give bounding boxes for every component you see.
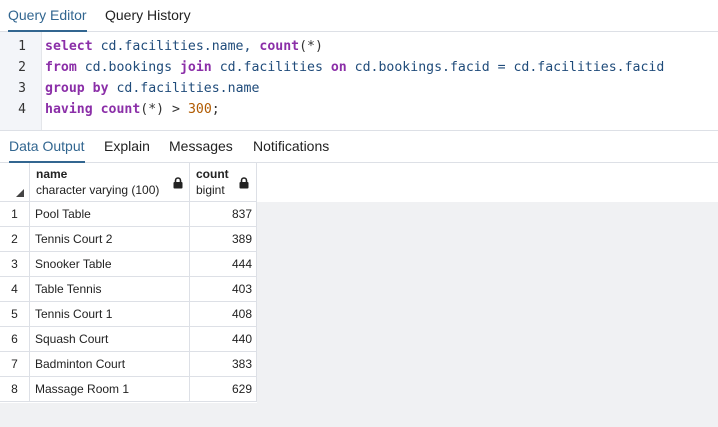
table-row[interactable]: 3 Snooker Table 444: [0, 252, 257, 277]
sql-token: (*) >: [140, 102, 188, 117]
cell-count[interactable]: 837: [190, 202, 257, 227]
tab-data-output[interactable]: Data Output: [9, 131, 85, 163]
cell-count[interactable]: 408: [190, 302, 257, 327]
sql-token: cd.bookings: [76, 60, 180, 75]
sql-token: having: [45, 102, 93, 117]
row-number[interactable]: 3: [0, 252, 30, 277]
table-row[interactable]: 7 Badminton Court 383: [0, 352, 257, 377]
tab-messages[interactable]: Messages: [169, 131, 233, 162]
cell-count[interactable]: 629: [190, 377, 257, 402]
row-number[interactable]: 4: [0, 277, 30, 302]
column-type: bigint: [196, 183, 225, 197]
column-name: count: [196, 167, 229, 181]
sql-token: cd.facilities.name: [108, 81, 260, 96]
cell-count[interactable]: 440: [190, 327, 257, 352]
line-number: 3: [18, 81, 26, 96]
cell-name[interactable]: Pool Table: [30, 202, 190, 227]
table-row[interactable]: 1 Pool Table 837: [0, 202, 257, 227]
line-number: 4: [18, 102, 26, 117]
sql-token: count: [259, 39, 300, 54]
column-header-count[interactable]: count bigint: [190, 163, 257, 202]
row-number[interactable]: 7: [0, 352, 30, 377]
lock-icon: [239, 177, 249, 189]
cell-name[interactable]: Massage Room 1: [30, 377, 190, 402]
table-row[interactable]: 4 Table Tennis 403: [0, 277, 257, 302]
tab-query-editor[interactable]: Query Editor: [8, 0, 87, 32]
select-all-corner[interactable]: [0, 163, 30, 202]
sql-editor[interactable]: 1 select cd.facilities.name, count(*) 2 …: [0, 32, 718, 131]
sql-token: cd.facilities.name,: [92, 39, 260, 54]
sql-token: join: [179, 60, 212, 75]
tab-query-history[interactable]: Query History: [105, 0, 191, 31]
sql-token: 300: [187, 102, 212, 117]
code-line: 3 group by cd.facilities.name: [0, 78, 718, 99]
cell-count[interactable]: 383: [190, 352, 257, 377]
row-number[interactable]: 5: [0, 302, 30, 327]
sql-token: cd.facilities: [211, 60, 331, 75]
code-text[interactable]: group by cd.facilities.name: [45, 78, 259, 99]
cell-name[interactable]: Squash Court: [30, 327, 190, 352]
cell-count[interactable]: 444: [190, 252, 257, 277]
grid-empty-area: [257, 202, 718, 427]
grid-empty-area: [0, 403, 257, 427]
table-row[interactable]: 2 Tennis Court 2 389: [0, 227, 257, 252]
sql-token: count: [100, 102, 141, 117]
line-number: 2: [18, 60, 26, 75]
cell-count[interactable]: 389: [190, 227, 257, 252]
lock-icon: [173, 177, 183, 189]
cell-name[interactable]: Table Tennis: [30, 277, 190, 302]
tab-notifications[interactable]: Notifications: [253, 131, 329, 162]
code-text[interactable]: having count(*) > 300;: [45, 99, 220, 120]
code-line: 4 having count(*) > 300;: [0, 99, 718, 120]
cell-name[interactable]: Badminton Court: [30, 352, 190, 377]
code-line: 2 from cd.bookings join cd.facilities on…: [0, 57, 718, 78]
row-number[interactable]: 6: [0, 327, 30, 352]
sql-token: on: [330, 60, 347, 75]
sql-token: (*): [299, 39, 323, 54]
tab-explain[interactable]: Explain: [104, 131, 150, 162]
sql-token: cd.bookings.facid = cd.facilities.facid: [346, 60, 665, 75]
code-text[interactable]: select cd.facilities.name, count(*): [45, 36, 323, 57]
sql-token: select: [45, 39, 93, 54]
sql-token: ;: [211, 102, 220, 117]
cell-name[interactable]: Tennis Court 1: [30, 302, 190, 327]
row-number[interactable]: 8: [0, 377, 30, 402]
data-grid: name character varying (100) count bigin…: [0, 163, 718, 427]
column-name: name: [36, 167, 68, 181]
cell-name[interactable]: Tennis Court 2: [30, 227, 190, 252]
cell-count[interactable]: 403: [190, 277, 257, 302]
line-number: 1: [18, 39, 26, 54]
sql-token: group by: [45, 81, 109, 96]
row-number[interactable]: 1: [0, 202, 30, 227]
table-row[interactable]: 8 Massage Room 1 629: [0, 377, 257, 402]
select-all-icon: [16, 189, 24, 197]
editor-tabs: Query Editor Query History: [0, 0, 718, 32]
cell-name[interactable]: Snooker Table: [30, 252, 190, 277]
table-row[interactable]: 5 Tennis Court 1 408: [0, 302, 257, 327]
code-line: 1 select cd.facilities.name, count(*): [0, 36, 718, 57]
output-tabs: Data Output Explain Messages Notificatio…: [0, 131, 718, 163]
sql-token: from: [45, 60, 77, 75]
column-header-name[interactable]: name character varying (100): [30, 163, 190, 202]
row-number[interactable]: 2: [0, 227, 30, 252]
code-text[interactable]: from cd.bookings join cd.facilities on c…: [45, 57, 664, 78]
table-row[interactable]: 6 Squash Court 440: [0, 327, 257, 352]
column-type: character varying (100): [36, 183, 160, 197]
